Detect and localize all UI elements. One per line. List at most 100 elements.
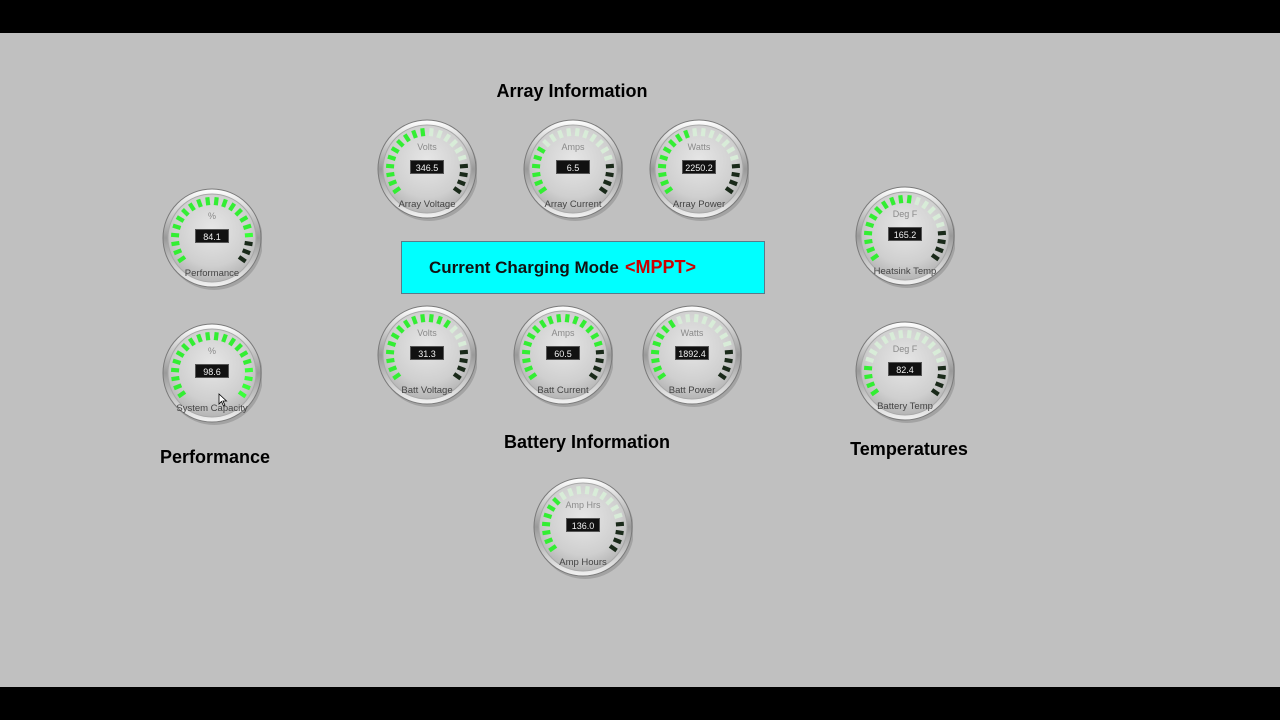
- gauge-readout: 98.6: [195, 364, 229, 378]
- gauge-segment: [595, 349, 605, 355]
- gauge-label: Performance: [184, 268, 240, 279]
- performance-title: Performance: [159, 447, 271, 467]
- gauge-segment: [171, 240, 180, 247]
- gauge-segment: [898, 330, 904, 339]
- gauge-segment: [542, 529, 551, 536]
- gauge-readout: 6.5: [556, 160, 590, 174]
- gauge-readout: 346.5: [410, 160, 444, 174]
- gauge-segment: [937, 238, 946, 245]
- gauge-array-power: Watts 2250.2 Array Power: [649, 114, 749, 224]
- gauge-segment: [173, 248, 183, 256]
- gauge-segment: [221, 333, 228, 343]
- gauge-segment: [244, 232, 254, 238]
- gauge-label: Battery Temp: [877, 401, 933, 412]
- gauge-segment: [935, 356, 945, 364]
- gauge-segment: [731, 171, 740, 178]
- charging-mode-label: Current Charging Mode: [429, 258, 619, 277]
- gauge-array-voltage: Volts 346.5 Array Voltage: [377, 114, 477, 224]
- gauge-segment: [576, 486, 582, 495]
- gauge-segment: [692, 128, 698, 137]
- gauge-segment: [889, 331, 896, 341]
- gauge-batt-power: Watts 1892.4 Batt Power: [642, 300, 742, 410]
- gauge-segment: [582, 129, 589, 139]
- gauge-segment: [863, 230, 873, 236]
- gauge-unit: %: [207, 346, 216, 356]
- gauge-segment: [935, 221, 945, 229]
- gauge-segment: [388, 365, 398, 373]
- gauge-batt-current: Amps 60.5 Batt Current: [513, 300, 613, 410]
- gauge-readout: 165.2: [888, 227, 922, 241]
- gauge-segment: [213, 197, 219, 206]
- gauge-segment: [524, 365, 534, 373]
- gauge-segment: [541, 521, 551, 527]
- gauge-segment: [914, 196, 921, 206]
- temperatures-title: Temperatures: [850, 439, 968, 459]
- gauge-segment: [567, 487, 574, 497]
- gauge-segment: [613, 512, 623, 520]
- gauge-segment: [523, 340, 533, 348]
- gauge-segment: [428, 128, 434, 137]
- gauge-array-current: Amps 6.5 Array Current: [523, 114, 623, 224]
- gauge-segment: [676, 315, 683, 325]
- gauge-segment: [411, 315, 418, 325]
- gauge-segment: [521, 349, 531, 355]
- gauge-segment: [386, 357, 395, 364]
- gauge-segment: [428, 314, 434, 323]
- gauge-segment: [205, 197, 211, 206]
- gauge-readout: 31.3: [410, 346, 444, 360]
- gauge-segment: [708, 129, 715, 139]
- gauge-segment: [728, 179, 738, 187]
- gauge-segment: [386, 171, 395, 178]
- gauge-segment: [241, 248, 251, 256]
- gauge-segment: [385, 349, 395, 355]
- array-info-title: Array Information: [496, 81, 648, 101]
- gauge-readout: 2250.2: [682, 160, 716, 174]
- gauge-segment: [592, 365, 602, 373]
- gauge-segment: [934, 381, 944, 389]
- gauge-segment: [242, 223, 252, 231]
- gauge-segment: [595, 357, 604, 364]
- gauge-label: Array Power: [672, 199, 726, 210]
- gauge-label: Batt Voltage: [401, 385, 453, 396]
- gauge-segment: [196, 198, 203, 208]
- gauge-segment: [574, 128, 580, 137]
- gauge-segment: [652, 340, 662, 348]
- gauge-battery-temp: Deg F 82.4 Battery Temp: [855, 316, 955, 426]
- gauge-segment: [722, 340, 732, 348]
- gauge-label: Batt Current: [537, 385, 589, 396]
- gauge-segment: [584, 486, 590, 495]
- gauge-segment: [244, 367, 254, 373]
- gauge-segment: [241, 383, 251, 391]
- gauge-segment: [244, 375, 253, 382]
- gauge-unit: Deg F: [892, 209, 918, 219]
- gauge-segment: [385, 163, 395, 169]
- gauge-segment: [534, 179, 544, 187]
- gauge-label: Amp Hours: [559, 557, 607, 568]
- gauge-segment: [605, 163, 615, 169]
- gauge-segment: [650, 349, 660, 355]
- gauge-segment: [205, 332, 211, 341]
- gauge-segment: [522, 357, 531, 364]
- gauge-segment: [172, 358, 182, 366]
- gauge-readout: 82.4: [888, 362, 922, 376]
- gauge-segment: [420, 128, 426, 137]
- gauge-segment: [456, 179, 466, 187]
- gauge-segment: [457, 154, 467, 162]
- gauge-segment: [242, 358, 252, 366]
- gauge-segment: [864, 238, 873, 245]
- gauge-segment: [863, 365, 873, 371]
- gauge-segment: [906, 195, 912, 204]
- gauge-segment: [937, 373, 946, 380]
- gauge-segment: [171, 375, 180, 382]
- gauge-segment: [564, 314, 570, 323]
- gauge-segment: [729, 154, 739, 162]
- gauge-segment: [420, 314, 426, 323]
- gauge-unit: Volts: [417, 328, 437, 338]
- gauge-segment: [934, 246, 944, 254]
- gauge-segment: [657, 163, 667, 169]
- gauge-segment: [457, 340, 467, 348]
- gauge-amp-hours: Amp Hrs 136.0 Amp Hours: [533, 472, 633, 582]
- gauge-segment: [685, 314, 691, 323]
- gauge-unit: Watts: [680, 328, 704, 338]
- gauge-segment: [196, 333, 203, 343]
